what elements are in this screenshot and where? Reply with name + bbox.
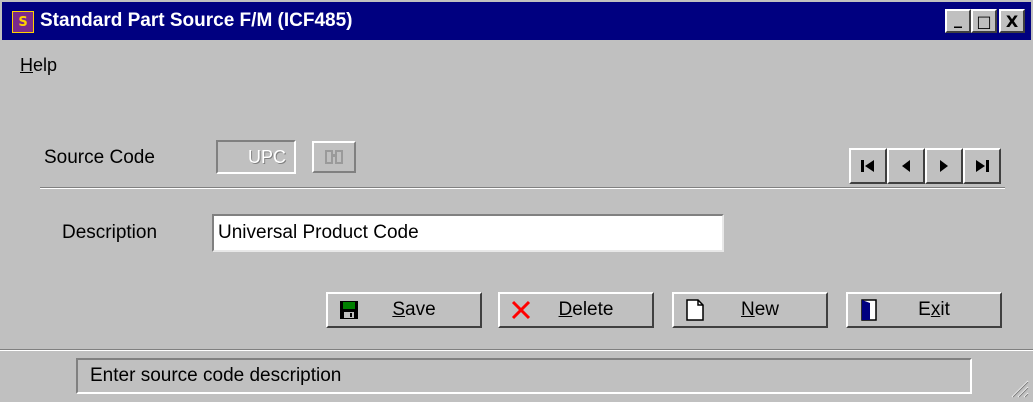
first-record-icon bbox=[861, 160, 874, 172]
delete-button-label: Delete bbox=[532, 299, 652, 321]
save-label-rest: ave bbox=[405, 299, 436, 320]
prev-record-button[interactable] bbox=[887, 148, 925, 184]
menu-help[interactable]: Help bbox=[20, 55, 57, 75]
close-button[interactable]: X bbox=[999, 9, 1025, 33]
last-record-icon bbox=[976, 160, 989, 172]
save-button-label: Save bbox=[360, 299, 480, 321]
new-mnemonic: N bbox=[740, 299, 755, 320]
delete-x-icon bbox=[510, 299, 532, 321]
status-bar: Enter source code description bbox=[76, 358, 972, 394]
new-document-icon bbox=[684, 299, 706, 321]
maximize-button[interactable]: □ bbox=[971, 9, 997, 33]
delete-label-rest: elete bbox=[572, 299, 614, 320]
first-record-button[interactable] bbox=[849, 148, 887, 184]
next-record-button[interactable] bbox=[925, 148, 963, 184]
exit-button-label: Exit bbox=[880, 299, 1000, 321]
source-code-field[interactable]: UPC bbox=[216, 140, 296, 174]
exit-door-icon bbox=[858, 299, 880, 321]
save-mnemonic: S bbox=[392, 299, 406, 320]
binoculars-icon bbox=[325, 150, 343, 164]
lookup-button[interactable] bbox=[312, 141, 356, 173]
delete-button[interactable]: Delete bbox=[498, 292, 654, 328]
last-record-button[interactable] bbox=[963, 148, 1001, 184]
new-button-label: New bbox=[706, 299, 826, 321]
prev-record-icon bbox=[902, 160, 910, 172]
minimize-button[interactable]: _ bbox=[945, 9, 971, 33]
record-navigation bbox=[849, 148, 1001, 184]
resize-grip-icon[interactable] bbox=[1007, 376, 1029, 398]
next-record-icon bbox=[940, 160, 948, 172]
delete-mnemonic: D bbox=[558, 299, 573, 320]
menu-bar: Help bbox=[20, 55, 57, 76]
exit-button[interactable]: Exit bbox=[846, 292, 1002, 328]
minimize-icon: _ bbox=[954, 8, 962, 28]
section-divider bbox=[40, 187, 1005, 189]
close-icon: X bbox=[1005, 11, 1019, 31]
description-label: Description bbox=[62, 222, 158, 243]
description-input[interactable] bbox=[212, 214, 724, 252]
window-title: Standard Part Source F/M (ICF485) bbox=[40, 10, 353, 31]
new-button[interactable]: New bbox=[672, 292, 828, 328]
source-code-label: Source Code bbox=[44, 147, 155, 168]
status-separator bbox=[0, 349, 1033, 351]
new-label-rest: ew bbox=[754, 299, 780, 320]
menu-help-mnemonic: H bbox=[20, 55, 33, 75]
title-bar[interactable]: S Standard Part Source F/M (ICF485) _ □ … bbox=[0, 0, 1033, 40]
floppy-disk-icon bbox=[338, 299, 360, 321]
maximize-icon: □ bbox=[976, 11, 992, 31]
save-button[interactable]: Save bbox=[326, 292, 482, 328]
app-icon[interactable]: S bbox=[12, 11, 34, 33]
exit-label-pre: E bbox=[918, 299, 931, 320]
exit-mnemonic: x bbox=[930, 299, 941, 320]
menu-help-label: elp bbox=[33, 55, 58, 75]
exit-label-rest: it bbox=[940, 299, 950, 320]
